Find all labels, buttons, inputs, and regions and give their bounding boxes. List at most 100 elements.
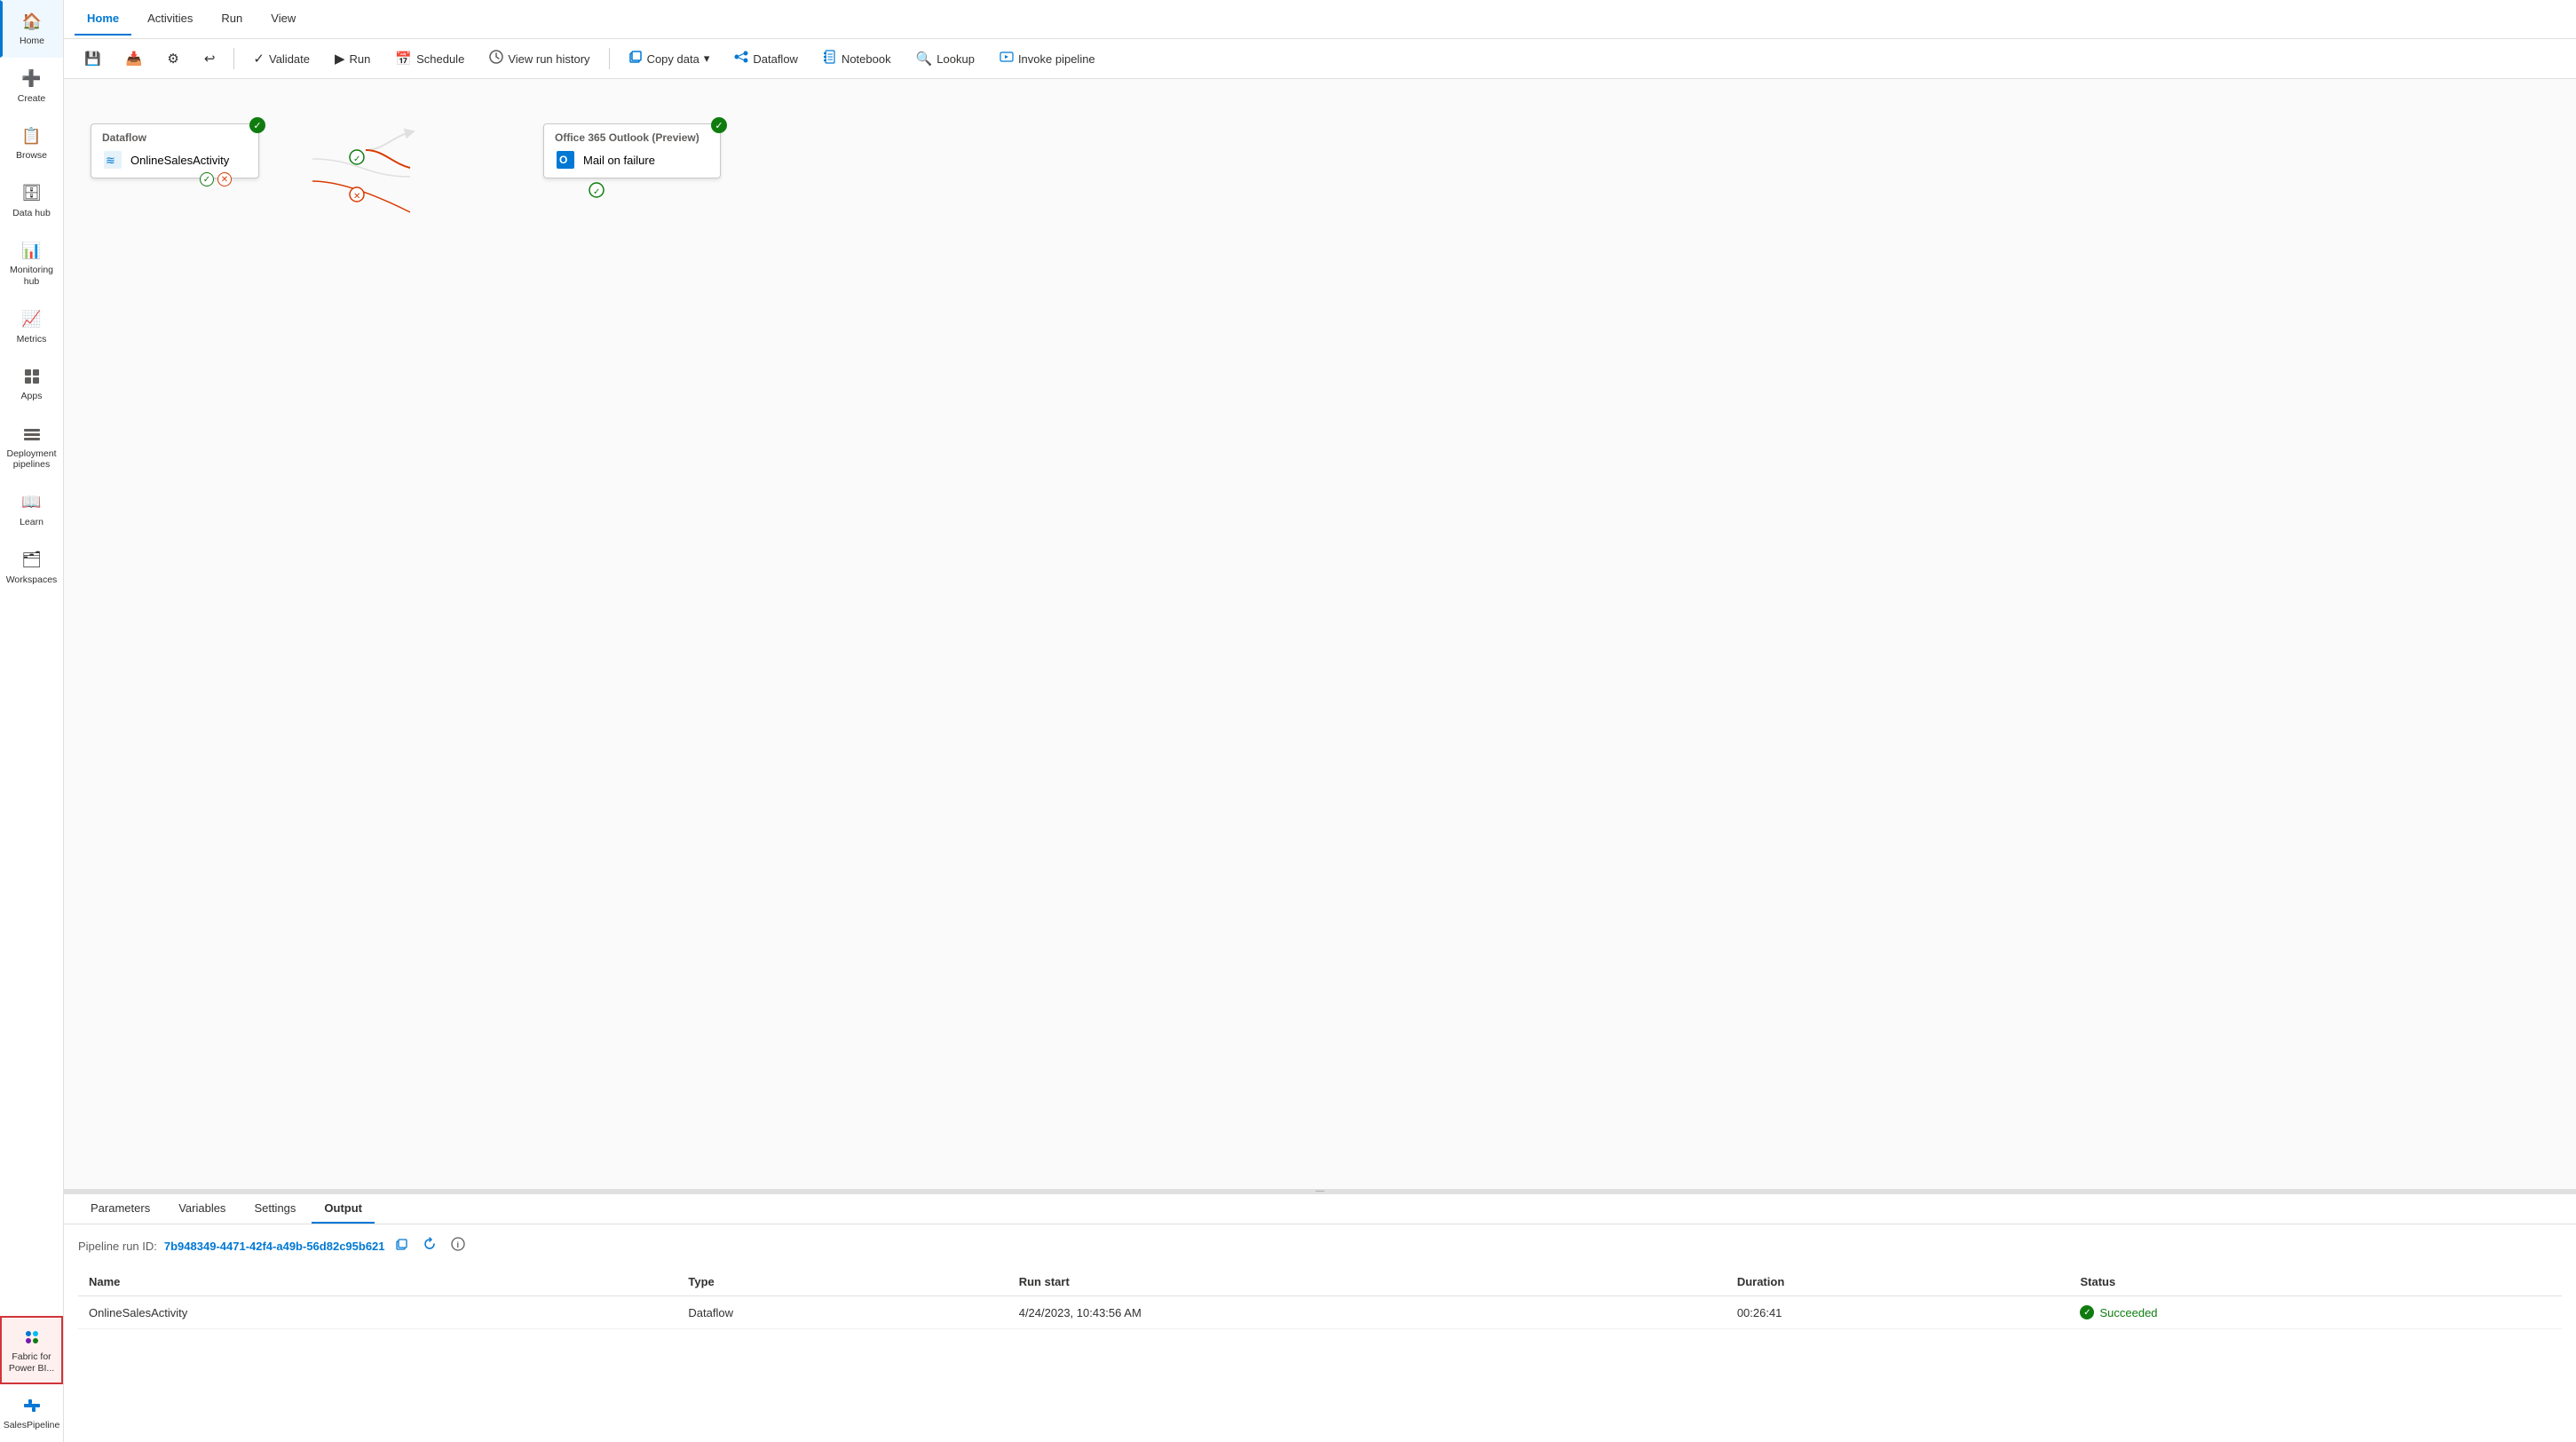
invoke-pipeline-button[interactable]: Invoke pipeline xyxy=(990,44,1105,73)
schedule-icon: 📅 xyxy=(395,51,412,67)
table-row[interactable]: OnlineSalesActivity Dataflow 4/24/2023, … xyxy=(78,1296,2562,1329)
connector-svg xyxy=(366,123,437,194)
tab-output[interactable]: Output xyxy=(312,1194,375,1224)
sidebar-item-browse[interactable]: 📋 Browse xyxy=(0,115,63,172)
office365-node-content: O Mail on failure xyxy=(555,149,709,170)
tab-settings[interactable]: Settings xyxy=(241,1194,308,1224)
datahub-icon: 🗄 xyxy=(21,183,43,204)
output-table: Name Type Run start Duration Status Onli… xyxy=(78,1268,2562,1329)
canvas-inner: ✓ ✕ ✓ ✓ Dataflow xyxy=(64,79,2576,1189)
sidebar-item-monitoring[interactable]: 📊 Monitoring hub xyxy=(0,229,63,297)
dataflow-activity-name: OnlineSalesActivity xyxy=(130,154,229,167)
office365-success-badge: ✓ xyxy=(711,117,727,133)
sidebar-item-home[interactable]: 🏠 Home xyxy=(0,0,63,58)
office365-activity-name: Mail on failure xyxy=(583,154,655,167)
status-dot: ✓ xyxy=(2080,1305,2094,1319)
sidebar-item-metrics[interactable]: 📈 Metrics xyxy=(0,298,63,356)
sidebar-item-apps[interactable]: Apps xyxy=(0,355,63,413)
tab-variables[interactable]: Variables xyxy=(166,1194,238,1224)
run-button[interactable]: ▶ Run xyxy=(325,45,380,72)
row-run-start: 4/24/2023, 10:43:56 AM xyxy=(1008,1296,1727,1329)
save-icon: 💾 xyxy=(84,51,101,67)
tab-run[interactable]: Run xyxy=(209,3,255,36)
schedule-label: Schedule xyxy=(416,52,464,66)
view-run-history-button[interactable]: View run history xyxy=(479,44,599,73)
lookup-icon: 🔍 xyxy=(916,51,933,67)
browse-icon: 📋 xyxy=(21,125,43,147)
run-label: Run xyxy=(350,52,371,66)
metrics-icon: 📈 xyxy=(21,309,43,330)
save-draft-button[interactable]: 📥 xyxy=(116,45,153,72)
refresh-button[interactable] xyxy=(419,1235,440,1257)
failure-indicator: ✕ xyxy=(217,172,232,186)
schedule-button[interactable]: 📅 Schedule xyxy=(385,45,474,72)
svg-text:i: i xyxy=(456,1240,459,1249)
sidebar-item-datahub[interactable]: 🗄 Data hub xyxy=(0,172,63,230)
settings-icon: ⚙ xyxy=(167,51,178,67)
office365-node[interactable]: ✓ Office 365 Outlook (Preview) O xyxy=(543,123,721,178)
dataflow-node[interactable]: ✓ Dataflow ≋ OnlineSalesActivity xyxy=(91,123,259,178)
home-icon: 🏠 xyxy=(21,11,43,32)
top-nav-tabs: Home Activities Run View xyxy=(64,0,2576,39)
create-icon: ➕ xyxy=(21,68,43,90)
office365-container: ✓ Office 365 Outlook (Preview) O xyxy=(543,123,721,178)
sidebar-item-create[interactable]: ➕ Create xyxy=(0,58,63,115)
notebook-button[interactable]: Notebook xyxy=(813,44,901,73)
row-duration: 00:26:41 xyxy=(1727,1296,2070,1329)
settings-button[interactable]: ⚙ xyxy=(157,45,188,72)
office365-node-header: Office 365 Outlook (Preview) xyxy=(555,131,709,144)
save-button[interactable]: 💾 xyxy=(75,45,111,72)
sidebar-item-salespipeline[interactable]: SalesPipeline xyxy=(0,1384,63,1442)
tab-activities[interactable]: Activities xyxy=(135,3,205,36)
view-run-history-label: View run history xyxy=(508,52,589,66)
invoke-pipeline-label: Invoke pipeline xyxy=(1018,52,1095,66)
invoke-pipeline-icon xyxy=(1000,50,1014,67)
tab-parameters[interactable]: Parameters xyxy=(78,1194,162,1224)
pipeline-canvas[interactable]: ✓ ✕ ✓ ✓ Dataflow xyxy=(64,79,2576,1189)
panel-output-content: Pipeline run ID: 7b948349-4471-42f4-a49b… xyxy=(64,1224,2576,1442)
sidebar-item-workspaces[interactable]: 🗂 Workspaces xyxy=(0,539,63,597)
sidebar-item-deployment[interactable]: Deployment pipelines xyxy=(0,413,63,481)
connector xyxy=(366,123,437,194)
undo-button[interactable]: ↩ xyxy=(194,45,225,72)
validate-button[interactable]: ✓ Validate xyxy=(243,45,320,72)
dataflow-button[interactable]: Dataflow xyxy=(724,44,808,73)
pipeline-run-id-value: 7b948349-4471-42f4-a49b-56d82c95b621 xyxy=(164,1240,385,1253)
sidebar-item-learn[interactable]: 📖 Learn xyxy=(0,481,63,539)
copy-data-label: Copy data xyxy=(647,52,699,66)
notebook-label: Notebook xyxy=(842,52,891,66)
copy-run-id-button[interactable] xyxy=(392,1237,412,1256)
info-button[interactable]: i xyxy=(447,1235,469,1257)
run-history-icon xyxy=(489,50,503,67)
col-duration: Duration xyxy=(1727,1268,2070,1296)
deployment-icon xyxy=(21,424,43,445)
notebook-icon xyxy=(823,50,837,67)
workspaces-icon: 🗂 xyxy=(21,550,43,571)
output-table-body: OnlineSalesActivity Dataflow 4/24/2023, … xyxy=(78,1296,2562,1329)
dataflow-activity-icon: ≋ xyxy=(102,149,123,170)
panel-tabs: Parameters Variables Settings Output xyxy=(64,1194,2576,1224)
pipeline-run-id-row: Pipeline run ID: 7b948349-4471-42f4-a49b… xyxy=(78,1235,2562,1257)
svg-text:O: O xyxy=(559,154,567,166)
save-draft-icon: 📥 xyxy=(126,51,143,67)
sidebar-item-fabric[interactable]: Fabric for Power BI... xyxy=(0,1316,63,1384)
copy-data-button[interactable]: Copy data ▾ xyxy=(619,44,720,73)
apps-icon xyxy=(21,366,43,387)
pipeline-run-id-label: Pipeline run ID: xyxy=(78,1240,157,1253)
col-name: Name xyxy=(78,1268,677,1296)
lookup-label: Lookup xyxy=(936,52,975,66)
dataflow-label: Dataflow xyxy=(753,52,798,66)
tab-home[interactable]: Home xyxy=(75,3,131,36)
main-content: Home Activities Run View 💾 📥 ⚙ ↩ ✓ Valid… xyxy=(64,0,2576,1442)
divider-2 xyxy=(609,48,610,69)
row-name: OnlineSalesActivity xyxy=(78,1296,677,1329)
monitoring-icon: 📊 xyxy=(21,240,43,261)
col-status: Status xyxy=(2069,1268,2562,1296)
svg-text:≋: ≋ xyxy=(106,154,115,167)
toolbar: 💾 📥 ⚙ ↩ ✓ Validate ▶ Run 📅 Schedule xyxy=(64,39,2576,79)
row-status: ✓ Succeeded xyxy=(2069,1296,2562,1329)
lookup-button[interactable]: 🔍 Lookup xyxy=(906,45,984,72)
col-run-start: Run start xyxy=(1008,1268,1727,1296)
tab-view[interactable]: View xyxy=(258,3,308,36)
col-type: Type xyxy=(677,1268,1007,1296)
